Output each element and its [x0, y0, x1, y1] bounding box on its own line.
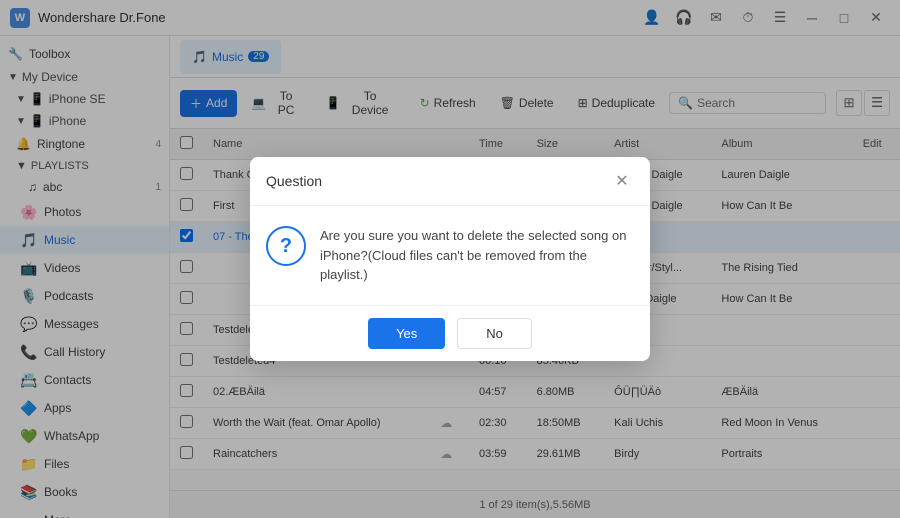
- question-modal: Question ✕ ? Are you sure you want to de…: [250, 157, 650, 361]
- modal-close-button[interactable]: ✕: [610, 169, 634, 193]
- modal-yes-button[interactable]: Yes: [368, 318, 445, 349]
- modal-footer: Yes No: [250, 305, 650, 361]
- modal-message: Are you sure you want to delete the sele…: [320, 226, 634, 285]
- modal-no-button[interactable]: No: [457, 318, 532, 349]
- modal-overlay: Question ✕ ? Are you sure you want to de…: [0, 0, 900, 518]
- modal-question-icon: ?: [266, 226, 306, 266]
- modal-header: Question ✕: [250, 157, 650, 206]
- modal-body: ? Are you sure you want to delete the se…: [250, 206, 650, 305]
- modal-title: Question: [266, 173, 322, 189]
